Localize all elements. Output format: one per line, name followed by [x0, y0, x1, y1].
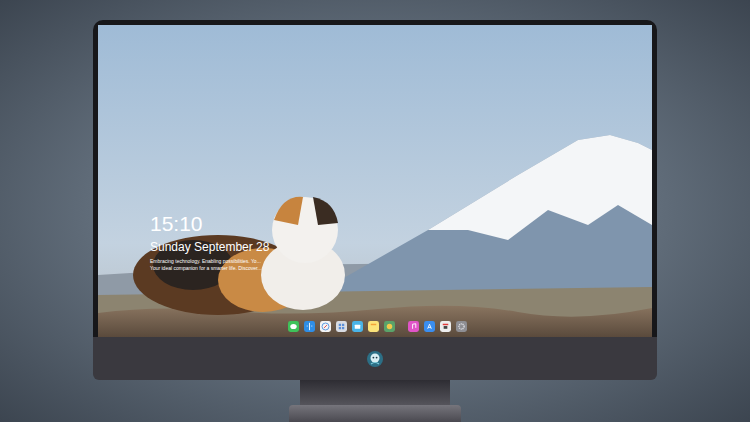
monitor-bezel: 15:10 Sunday September 28 Embracing techno…: [93, 20, 657, 337]
apps-icon[interactable]: [336, 321, 347, 332]
lock-clock-panel: 15:10 Sunday September 28 Embracing techno…: [150, 211, 269, 272]
photos-icon[interactable]: [384, 321, 395, 332]
monitor-base: [289, 405, 461, 422]
messages-icon[interactable]: [288, 321, 299, 332]
brand-logo-icon: [366, 350, 384, 368]
video-icon[interactable]: [352, 321, 363, 332]
mockup-canvas: 15:10 Sunday September 28 Embracing techno…: [0, 0, 750, 422]
tagline-line: Your ideal companion for a smarter life.…: [150, 265, 269, 272]
settings-icon[interactable]: [456, 321, 467, 332]
desktop-screen: 15:10 Sunday September 28 Embracing techno…: [98, 25, 652, 337]
monitor-neck: [300, 380, 450, 405]
notes-icon[interactable]: [368, 321, 379, 332]
safari-icon[interactable]: [320, 321, 331, 332]
app-store-icon[interactable]: [424, 321, 435, 332]
calendar-icon[interactable]: [440, 321, 451, 332]
tagline: Embracing technology. Enabling possibili…: [150, 258, 269, 272]
clock: 15:10: [150, 211, 269, 237]
wallpaper-photo: [98, 25, 652, 337]
music-icon[interactable]: [408, 321, 419, 332]
monitor: 15:10 Sunday September 28 Embracing techno…: [93, 20, 657, 422]
monitor-chin: [93, 337, 657, 380]
dock: [288, 321, 467, 332]
date: Sunday September 28: [150, 239, 269, 255]
finder-icon[interactable]: [304, 321, 315, 332]
tagline-line: Embracing technology. Enabling possibili…: [150, 258, 269, 265]
